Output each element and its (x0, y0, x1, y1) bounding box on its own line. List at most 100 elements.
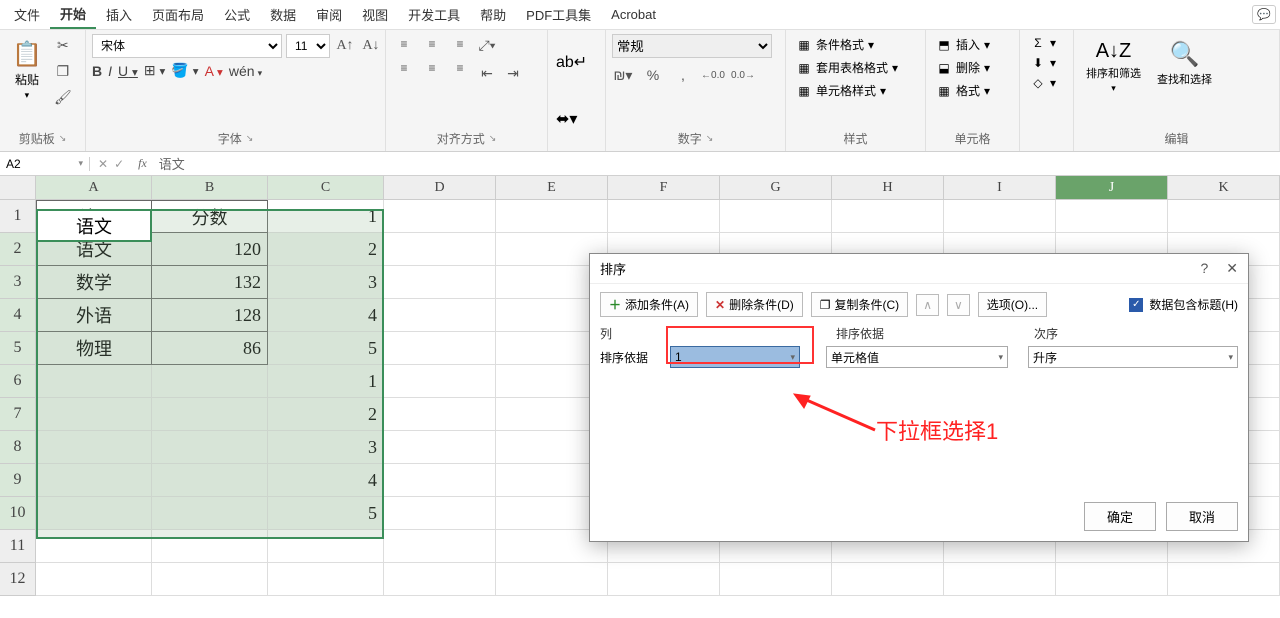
insert-cells-button[interactable]: ⬒插入 ▾ (932, 34, 994, 55)
cell-C9[interactable]: 4 (268, 464, 384, 497)
headers-checkbox[interactable]: ✓ (1129, 298, 1143, 312)
autosum-button[interactable]: Σ▾ (1026, 34, 1060, 52)
cell-A7[interactable] (36, 398, 152, 431)
cell-A1[interactable]: 科目 (36, 200, 152, 233)
row-header-10[interactable]: 10 (0, 497, 36, 530)
align-top-button[interactable]: ≡ (392, 34, 416, 54)
copy-condition-button[interactable]: ❐复制条件(C) (811, 292, 908, 317)
col-header-C[interactable]: C (268, 176, 384, 200)
cell-B4[interactable]: 128 (152, 299, 268, 332)
sort-column-combo[interactable]: 1 ▾ (670, 346, 800, 368)
help-button[interactable]: ? (1200, 260, 1208, 277)
cell-A6[interactable] (36, 365, 152, 398)
row-header-2[interactable]: 2 (0, 233, 36, 266)
row-header-8[interactable]: 8 (0, 431, 36, 464)
menu-file[interactable]: 文件 (4, 1, 50, 28)
cell-C12[interactable] (268, 563, 384, 596)
launcher-icon[interactable]: ↘ (59, 133, 67, 144)
cell-D12[interactable] (384, 563, 496, 596)
col-header-G[interactable]: G (720, 176, 832, 200)
indent-increase-button[interactable]: ⇥ (502, 62, 524, 84)
launcher-icon[interactable]: ↘ (706, 133, 714, 144)
cell-F1[interactable] (608, 200, 720, 233)
align-left-button[interactable]: ≡ (392, 58, 416, 78)
row-header-1[interactable]: 1 (0, 200, 36, 233)
row-header-4[interactable]: 4 (0, 299, 36, 332)
cell-A12[interactable] (36, 563, 152, 596)
cell-B6[interactable] (152, 365, 268, 398)
col-header-K[interactable]: K (1168, 176, 1280, 200)
menu-home[interactable]: 开始 (50, 0, 96, 29)
table-format-button[interactable]: ▦套用表格格式 ▾ (792, 57, 902, 78)
menu-review[interactable]: 审阅 (306, 1, 352, 28)
cell-I12[interactable] (944, 563, 1056, 596)
add-condition-button[interactable]: ＋添加条件(A) (600, 292, 698, 317)
cell-D4[interactable] (384, 299, 496, 332)
cell-C7[interactable]: 2 (268, 398, 384, 431)
col-header-A[interactable]: A (36, 176, 152, 200)
find-select-button[interactable]: 🔍 查找和选择 (1151, 34, 1218, 91)
options-button[interactable]: 选项(O)... (978, 292, 1047, 317)
cell-A5[interactable]: 物理 (36, 332, 152, 365)
cell-J12[interactable] (1056, 563, 1168, 596)
cell-style-button[interactable]: ▦单元格样式 ▾ (792, 80, 902, 101)
ok-button[interactable]: 确定 (1084, 502, 1156, 531)
select-all-corner[interactable] (0, 176, 36, 200)
col-header-F[interactable]: F (608, 176, 720, 200)
fill-color-button[interactable]: 🪣 ▾ (171, 62, 198, 79)
paste-button[interactable]: 📋 粘贴 ▾ (6, 34, 48, 105)
cell-A9[interactable] (36, 464, 152, 497)
cell-A4[interactable]: 外语 (36, 299, 152, 332)
sort-filter-button[interactable]: A↓Z 排序和筛选 ▾ (1080, 34, 1147, 98)
launcher-icon[interactable]: ↘ (489, 133, 497, 144)
col-header-I[interactable]: I (944, 176, 1056, 200)
number-format-select[interactable]: 常规 (612, 34, 772, 58)
cell-B2[interactable]: 120 (152, 233, 268, 266)
cell-B8[interactable] (152, 431, 268, 464)
cell-B5[interactable]: 86 (152, 332, 268, 365)
menu-formula[interactable]: 公式 (214, 1, 260, 28)
cell-D8[interactable] (384, 431, 496, 464)
cell-A8[interactable] (36, 431, 152, 464)
cell-A2[interactable]: 语文 (36, 233, 152, 266)
cancel-formula-button[interactable]: ✕ (98, 157, 108, 171)
name-box[interactable]: A2 ▾ (0, 157, 90, 171)
fill-button[interactable]: ⬇▾ (1026, 54, 1060, 72)
cell-F12[interactable] (608, 563, 720, 596)
cell-C1[interactable]: 1 (268, 200, 384, 233)
increase-font-button[interactable]: A↑ (334, 35, 356, 57)
row-header-9[interactable]: 9 (0, 464, 36, 497)
cancel-button[interactable]: 取消 (1166, 502, 1238, 531)
align-center-button[interactable]: ≡ (420, 58, 444, 78)
cell-I1[interactable] (944, 200, 1056, 233)
cell-B1[interactable]: 分数 (152, 200, 268, 233)
italic-button[interactable]: I (108, 63, 112, 79)
col-header-J[interactable]: J (1056, 176, 1168, 200)
row-header-7[interactable]: 7 (0, 398, 36, 431)
cell-B10[interactable] (152, 497, 268, 530)
fx-icon[interactable]: fx (132, 156, 153, 171)
cell-H12[interactable] (832, 563, 944, 596)
cell-K1[interactable] (1168, 200, 1280, 233)
menu-view[interactable]: 视图 (352, 1, 398, 28)
move-down-button[interactable]: ∨ (947, 294, 970, 316)
sort-on-combo[interactable]: 单元格值 ▾ (826, 346, 1008, 368)
align-middle-button[interactable]: ≡ (420, 34, 444, 54)
menu-layout[interactable]: 页面布局 (142, 1, 214, 28)
col-header-H[interactable]: H (832, 176, 944, 200)
merge-center-button[interactable]: ⬌▾ (554, 105, 579, 131)
cell-C5[interactable]: 5 (268, 332, 384, 365)
wrap-text-button[interactable]: ab↵ (554, 48, 589, 74)
comma-button[interactable]: , (672, 64, 694, 86)
cell-D11[interactable] (384, 530, 496, 563)
pinyin-button[interactable]: wén ▾ (229, 63, 262, 79)
cell-D9[interactable] (384, 464, 496, 497)
cell-D6[interactable] (384, 365, 496, 398)
cell-B9[interactable] (152, 464, 268, 497)
cell-C2[interactable]: 2 (268, 233, 384, 266)
cell-D1[interactable] (384, 200, 496, 233)
underline-button[interactable]: U ▾ (118, 63, 138, 79)
col-header-D[interactable]: D (384, 176, 496, 200)
clear-button[interactable]: ◇▾ (1026, 74, 1060, 92)
cell-B7[interactable] (152, 398, 268, 431)
